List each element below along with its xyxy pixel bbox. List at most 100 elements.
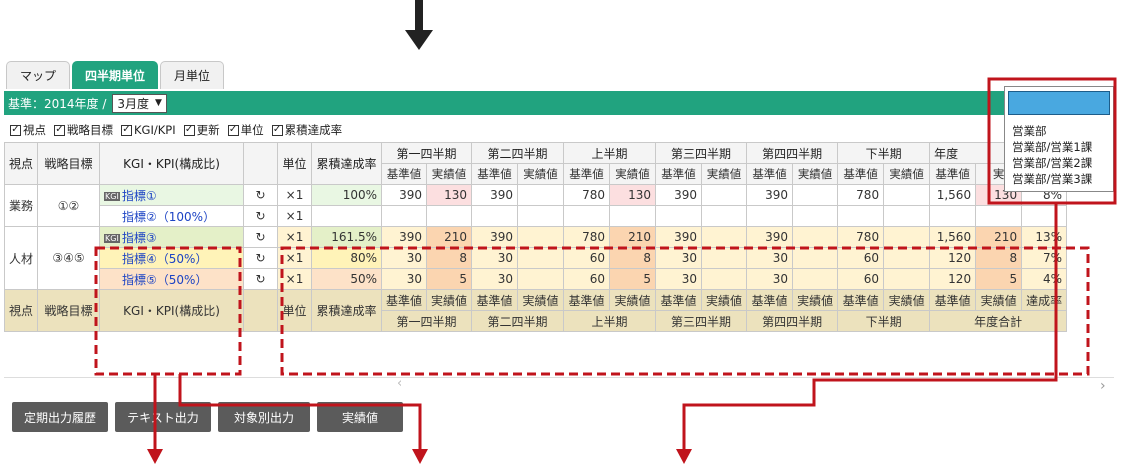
cell-value bbox=[792, 205, 839, 227]
cell-value: 1,560 bbox=[929, 184, 977, 206]
kgi-link[interactable]: 指標① bbox=[122, 189, 157, 203]
tab-map[interactable]: マップ bbox=[6, 61, 70, 89]
actuals-button[interactable]: 実績値 bbox=[317, 402, 403, 432]
cell-value: 390 bbox=[471, 226, 519, 248]
scheduled-output-history-button[interactable]: 定期出力履歴 bbox=[12, 402, 108, 432]
dropdown-option[interactable]: 営業部/営業1課 bbox=[1005, 139, 1113, 155]
cell-value bbox=[929, 205, 977, 227]
kgi-badge: KGI bbox=[104, 233, 120, 243]
sub-actual: 実績値 bbox=[701, 163, 748, 185]
footer-sub: 実績値 bbox=[883, 289, 931, 311]
cell-value bbox=[701, 226, 748, 248]
kpi-link[interactable]: 指標②（100%） bbox=[122, 210, 215, 224]
cell-value: 30 bbox=[381, 247, 428, 269]
text-output-button[interactable]: テキスト出力 bbox=[115, 402, 211, 432]
footer-period: 上半期 bbox=[563, 310, 657, 332]
cell-kgi[interactable]: KGI 指標③ bbox=[99, 226, 245, 248]
check-viewpoint[interactable]: ✓ 視点 bbox=[10, 122, 46, 138]
check-unit[interactable]: ✓ 単位 bbox=[227, 122, 264, 138]
kpi-link[interactable]: 指標⑤（50%） bbox=[122, 273, 207, 287]
cell-cumulative: 50% bbox=[311, 268, 383, 290]
footer-sub: 基準値 bbox=[655, 289, 703, 311]
sub-base: 基準値 bbox=[381, 163, 428, 185]
scroll-right-icon[interactable]: › bbox=[1100, 378, 1106, 394]
dropdown-option[interactable]: 営業部 bbox=[1005, 123, 1113, 139]
cell-value bbox=[701, 184, 748, 206]
refresh-icon[interactable]: ↻ bbox=[243, 247, 279, 269]
cell-value bbox=[609, 205, 657, 227]
footer-goal: 戦略目標 bbox=[37, 289, 101, 332]
cell-value bbox=[701, 247, 748, 269]
table-row: 指標④（50%） ↻ ×1 80% 30 8 30 60 8 30 30 60 … bbox=[5, 247, 1068, 269]
cell-value: 60 bbox=[837, 247, 885, 269]
dropdown-option[interactable]: 営業部/営業2課 bbox=[1005, 155, 1113, 171]
cell-value bbox=[883, 226, 931, 248]
month-select[interactable]: 3月度 ▼ bbox=[112, 93, 167, 113]
check-kgi[interactable]: ✓ KGI/KPI bbox=[121, 123, 176, 137]
target-output-button[interactable]: 対象別出力 bbox=[218, 402, 310, 432]
footer-period: 第三四半期 bbox=[655, 310, 748, 332]
sub-actual: 実績値 bbox=[792, 163, 839, 185]
sub-actual: 実績値 bbox=[609, 163, 657, 185]
cell-value: 390 bbox=[746, 184, 794, 206]
horizontal-scrollbar[interactable]: ‹ › bbox=[4, 376, 1114, 394]
check-goal[interactable]: ✓ 戦略目標 bbox=[54, 122, 113, 138]
cell-value: 130 bbox=[609, 184, 657, 206]
cell-value: 390 bbox=[381, 184, 428, 206]
period-q2: 第二四半期 bbox=[471, 142, 565, 164]
scroll-left-icon[interactable]: ‹ bbox=[397, 376, 402, 391]
cell-value bbox=[883, 205, 931, 227]
cell-value: 60 bbox=[563, 268, 611, 290]
cell-value bbox=[883, 268, 931, 290]
footer-period: 下半期 bbox=[837, 310, 931, 332]
footer-sub: 基準値 bbox=[746, 289, 794, 311]
cell-goal: ③④⑤ bbox=[37, 226, 101, 290]
cell-value bbox=[517, 268, 565, 290]
tab-quarterly[interactable]: 四半期単位 bbox=[72, 61, 158, 89]
cell-value: 210 bbox=[426, 226, 473, 248]
kpi-link[interactable]: 指標④（50%） bbox=[122, 252, 207, 266]
department-dropdown[interactable]: 営業部 営業部/営業1課 営業部/営業2課 営業部/営業3課 bbox=[1004, 86, 1114, 192]
tab-monthly[interactable]: 月単位 bbox=[160, 61, 224, 89]
check-update[interactable]: ✓ 更新 bbox=[183, 122, 220, 138]
table-row: 指標②（100%） ↻ ×1 bbox=[5, 205, 1068, 227]
footer-period: 年度合計 bbox=[929, 310, 1068, 332]
table-row: 指標⑤（50%） ↻ ×1 50% 30 5 30 60 5 30 30 60 … bbox=[5, 268, 1068, 290]
period-h1: 上半期 bbox=[563, 142, 657, 164]
cell-value: 5 bbox=[975, 268, 1023, 290]
cell-value bbox=[701, 205, 748, 227]
cell-value: 120 bbox=[929, 268, 977, 290]
dropdown-selected[interactable] bbox=[1008, 91, 1110, 115]
cell-value: 13% bbox=[1021, 226, 1068, 248]
cell-value bbox=[792, 226, 839, 248]
header-row-1: 視点 戦略目標 KGI・KPI(構成比) 単位 累積達成率 第一四半期 第二四半… bbox=[3, 142, 1068, 185]
col-goal: 戦略目標 bbox=[37, 142, 101, 185]
cell-value: 60 bbox=[563, 247, 611, 269]
col-viewpoint: 視点 bbox=[3, 142, 39, 185]
check-cumulative[interactable]: ✓ 累積達成率 bbox=[271, 122, 342, 138]
cell-value: 130 bbox=[426, 184, 473, 206]
cell-value bbox=[792, 184, 839, 206]
footer-sub: 実績値 bbox=[609, 289, 657, 311]
cell-kgi[interactable]: 指標②（100%） bbox=[99, 205, 245, 227]
refresh-icon[interactable]: ↻ bbox=[243, 184, 279, 206]
basis-label: 基準：2014年度 / bbox=[8, 96, 107, 111]
cell-value: 5 bbox=[609, 268, 657, 290]
month-select-value: 3月度 bbox=[117, 96, 150, 111]
refresh-icon[interactable]: ↻ bbox=[243, 205, 279, 227]
refresh-icon[interactable]: ↻ bbox=[243, 226, 279, 248]
cell-value: 120 bbox=[929, 247, 977, 269]
table-row: 人材 ③④⑤ KGI 指標③ ↻ ×1 161.5% 390 210 390 78… bbox=[3, 226, 1068, 290]
cell-kgi[interactable]: 指標⑤（50%） bbox=[99, 268, 245, 290]
table-row: 業務 ①② KGI 指標① ↻ ×1 100% 390 130 390 780 1… bbox=[3, 184, 1068, 227]
col-update bbox=[243, 142, 279, 185]
cell-cumulative: 80% bbox=[311, 247, 383, 269]
cell-value: 30 bbox=[746, 268, 794, 290]
kgi-link[interactable]: 指標③ bbox=[122, 231, 157, 245]
cell-kgi[interactable]: KGI 指標① bbox=[99, 184, 245, 206]
dropdown-option[interactable]: 営業部/営業3課 bbox=[1005, 171, 1113, 187]
cell-value: 7% bbox=[1021, 247, 1068, 269]
cell-kgi[interactable]: 指標④（50%） bbox=[99, 247, 245, 269]
refresh-icon[interactable]: ↻ bbox=[243, 268, 279, 290]
footer-sub: 実績値 bbox=[517, 289, 565, 311]
